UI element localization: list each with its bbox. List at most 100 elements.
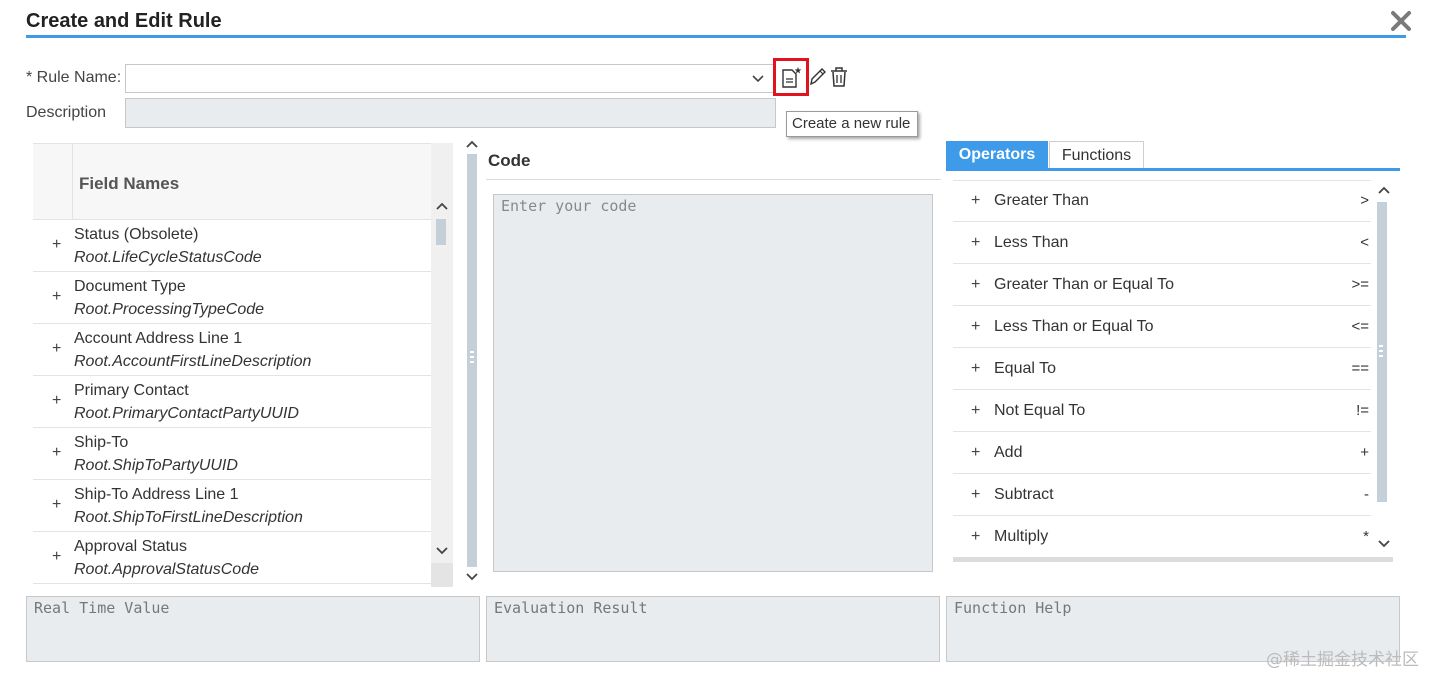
add-plus-icon[interactable]: + xyxy=(971,444,980,462)
edit-rule-button[interactable] xyxy=(808,66,828,88)
field-names-header: Field Names xyxy=(33,143,431,220)
field-row[interactable]: + Primary Contact Root.PrimaryContactPar… xyxy=(33,376,431,428)
chevron-down-icon[interactable] xyxy=(465,571,479,583)
operator-symbol: < xyxy=(1360,234,1369,251)
create-new-rule-button[interactable] xyxy=(773,58,809,96)
tab-operators[interactable]: Operators xyxy=(946,141,1048,171)
field-row[interactable]: + Approval Status Root.ApprovalStatusCod… xyxy=(33,532,431,584)
operator-symbol: == xyxy=(1351,360,1369,377)
header-spacer-cell xyxy=(33,144,73,219)
add-plus-icon[interactable]: + xyxy=(971,528,980,546)
add-plus-icon[interactable]: + xyxy=(971,276,980,294)
real-time-value-box[interactable]: Real Time Value xyxy=(26,596,480,662)
field-path: Root.PrimaryContactPartyUUID xyxy=(74,405,299,422)
operator-name: Equal To xyxy=(994,360,1056,377)
tab-functions[interactable]: Functions xyxy=(1049,141,1144,171)
field-row[interactable]: + Account Address Line 1 Root.AccountFir… xyxy=(33,324,431,376)
close-x-icon xyxy=(1391,11,1411,31)
add-plus-icon[interactable]: + xyxy=(971,234,980,252)
add-plus-icon[interactable]: + xyxy=(971,360,980,378)
field-name: Ship-To xyxy=(74,434,129,451)
expand-plus-icon[interactable]: + xyxy=(52,548,61,566)
field-row[interactable]: + Ship-To Address Line 1 Root.ShipToFirs… xyxy=(33,480,431,532)
operator-row[interactable]: + Subtract - xyxy=(953,474,1371,516)
field-names-panel: Field Names + Status (Obsolete) Root.Lif… xyxy=(33,143,453,587)
expand-plus-icon[interactable]: + xyxy=(52,392,61,410)
operator-name: Greater Than xyxy=(994,192,1089,209)
field-name: Document Type xyxy=(74,278,186,295)
rule-name-select[interactable] xyxy=(125,64,775,93)
create-new-rule-icon xyxy=(782,67,802,88)
expand-plus-icon[interactable]: + xyxy=(52,288,61,306)
field-names-title: Field Names xyxy=(79,174,180,193)
code-title: Code xyxy=(488,151,531,170)
field-path: Root.AccountFirstLineDescription xyxy=(74,353,312,370)
operator-row[interactable]: + Less Than < xyxy=(953,222,1371,264)
field-path: Root.LifeCycleStatusCode xyxy=(74,249,262,266)
chevron-up-icon[interactable] xyxy=(434,200,450,212)
expand-plus-icon[interactable]: + xyxy=(52,496,61,514)
add-plus-icon[interactable]: + xyxy=(971,192,980,210)
operator-row[interactable]: + Add + xyxy=(953,432,1371,474)
tabs-underline xyxy=(946,168,1400,171)
field-path: Root.ShipToFirstLineDescription xyxy=(74,509,303,526)
operators-list: + Greater Than > + Less Than < + Greater… xyxy=(953,180,1371,560)
operator-row[interactable]: + Greater Than or Equal To >= xyxy=(953,264,1371,306)
operator-name: Greater Than or Equal To xyxy=(994,276,1174,293)
operators-top-divider xyxy=(953,180,1371,181)
tooltip: Create a new rule xyxy=(786,111,918,137)
operator-name: Subtract xyxy=(994,486,1054,503)
operator-symbol: >= xyxy=(1351,276,1369,293)
grip-icon xyxy=(1379,345,1383,357)
operator-symbol: != xyxy=(1356,402,1369,419)
close-button[interactable] xyxy=(1388,8,1414,34)
operator-name: Multiply xyxy=(994,528,1049,545)
expand-plus-icon[interactable]: + xyxy=(52,444,61,462)
operator-row[interactable]: + Not Equal To != xyxy=(953,390,1371,432)
field-name: Account Address Line 1 xyxy=(74,330,243,347)
chevron-up-icon[interactable] xyxy=(1376,184,1392,196)
evaluation-result-box[interactable]: Evaluation Result xyxy=(486,596,940,662)
operators-scrollbar[interactable] xyxy=(1374,180,1394,562)
add-plus-icon[interactable]: + xyxy=(971,486,980,504)
chevron-up-icon[interactable] xyxy=(465,138,479,150)
field-row[interactable]: + Ship-To Root.ShipToPartyUUID xyxy=(33,428,431,480)
operator-symbol: * xyxy=(1363,528,1369,545)
operator-name: Less Than or Equal To xyxy=(994,318,1154,335)
grip-icon xyxy=(470,351,474,363)
add-plus-icon[interactable]: + xyxy=(971,402,980,420)
trash-icon xyxy=(831,67,847,87)
field-name: Ship-To Address Line 1 xyxy=(74,486,239,503)
field-row[interactable]: + Status (Obsolete) Root.LifeCycleStatus… xyxy=(33,220,431,272)
operator-row[interactable]: + Equal To == xyxy=(953,348,1371,390)
dialog-title: Create and Edit Rule xyxy=(26,10,222,32)
operator-name: Less Than xyxy=(994,234,1069,251)
expand-plus-icon[interactable]: + xyxy=(52,340,61,358)
chevron-down-icon[interactable] xyxy=(434,545,450,557)
operator-row[interactable]: + Multiply * xyxy=(953,516,1371,558)
add-plus-icon[interactable]: + xyxy=(971,318,980,336)
rule-name-label: * Rule Name: xyxy=(26,69,122,86)
expand-plus-icon[interactable]: + xyxy=(52,236,61,254)
field-path: Root.ProcessingTypeCode xyxy=(74,301,265,318)
field-names-scrollbar[interactable] xyxy=(431,143,453,587)
code-editor[interactable]: Enter your code xyxy=(493,194,933,572)
field-path: Root.ApprovalStatusCode xyxy=(74,561,259,578)
chevron-down-icon xyxy=(752,75,764,83)
operator-name: Not Equal To xyxy=(994,402,1086,419)
operator-row[interactable]: + Greater Than > xyxy=(953,180,1371,222)
pencil-icon xyxy=(810,68,826,86)
panel-splitter[interactable] xyxy=(465,138,479,588)
field-path: Root.ShipToPartyUUID xyxy=(74,457,238,474)
delete-rule-button[interactable] xyxy=(829,66,849,88)
field-name: Status (Obsolete) xyxy=(74,226,199,243)
field-row[interactable]: + Document Type Root.ProcessingTypeCode xyxy=(33,272,431,324)
operator-row[interactable]: + Less Than or Equal To <= xyxy=(953,306,1371,348)
scrollbar-corner xyxy=(431,563,453,587)
scrollbar-thumb[interactable] xyxy=(436,219,446,245)
operator-symbol: - xyxy=(1364,486,1369,503)
chevron-down-icon[interactable] xyxy=(1376,538,1392,550)
operator-name: Add xyxy=(994,444,1023,461)
description-input[interactable] xyxy=(125,98,776,128)
operators-horizontal-scrollbar[interactable] xyxy=(953,557,1393,562)
